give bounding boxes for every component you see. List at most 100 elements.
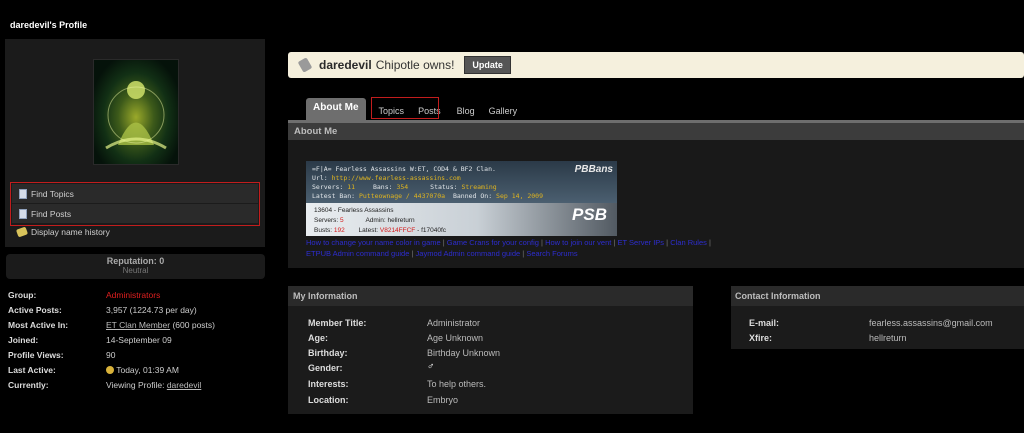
sig-latest-label: Latest: [358,227,379,234]
avatar[interactable] [93,59,179,165]
sig-block-servers: Servers: 5 Admin: hellreturn [314,217,415,224]
status-message: Chipotle owns! [375,58,455,72]
mi-value: Birthday Unknown [427,348,501,358]
most-active-count: (600 posts) [172,320,215,330]
info-label-views: Profile Views: [8,350,64,360]
sig-b-servers: 5 [340,217,344,224]
currently-profile-link[interactable]: daredevil [167,380,202,390]
mi-label: Location: [308,395,349,405]
sig-latest-red: V8214FFCF [379,227,416,234]
info-label-most-active: Most Active In: [8,320,69,330]
sig-link[interactable]: Clan Rules [670,238,707,247]
mi-value: Administrator [427,318,481,328]
mi-value: To help others. [427,379,487,389]
reputation-title: Reputation: 0 [106,256,165,266]
info-value-last-active: Today, 01:39 AM [106,365,179,375]
mi-label: Member Title: [308,318,367,328]
tab-blog[interactable]: Blog [450,102,482,120]
info-label-last-active: Last Active: [8,365,56,375]
display-name-history-label: Display name history [31,227,110,237]
info-value-most-active: ET Clan Member (600 posts) [106,320,215,330]
sig-link[interactable]: Jaymod Admin command guide [416,249,521,258]
sig-link[interactable]: How to join our vent [545,238,611,247]
sig-url: http://www.fearless-assassins.com [331,174,461,182]
sig-url-line: Url: http://www.fearless-assassins.com [312,174,461,182]
sig-block-title: 13604 - Fearless Assassins [314,207,394,214]
meditation-figure-icon [105,81,167,150]
contact-label: E-mail: [749,318,780,328]
psb-logo: PSB [572,205,607,224]
info-value-joined: 14-September 09 [106,335,172,345]
sig-admin: Admin: hellreturn [365,217,415,224]
contact-information-panel: Contact Information E-mail: fearless.ass… [731,286,1024,349]
contact-information-header: Contact Information [731,286,1024,306]
sig-b-servers-label: Servers: [314,217,339,224]
my-information-panel: My Information Member Title: Administrat… [288,286,693,414]
sig-banned-on-label: Banned On: [452,192,493,200]
tab-about-me[interactable]: About Me [306,98,366,120]
sig-busts: 192 [333,227,345,234]
sig-bans-label: Bans: [372,183,393,191]
page-title: daredevil's Profile [10,20,88,30]
info-value-views: 90 [106,350,116,360]
sig-link[interactable]: Search Forums [526,249,577,258]
last-active-text: Today, 01:39 AM [116,365,179,375]
sig-servers-label: Servers: [312,183,344,191]
info-label-group: Group: [8,290,37,300]
info-value-currently: Viewing Profile: daredevil [106,380,201,390]
sig-link[interactable]: ETPUB Admin command guide [306,249,409,258]
display-name-history-link[interactable]: Display name history [15,226,110,238]
find-posts-label: Find Posts [31,208,72,219]
document-icon [19,208,27,219]
contact-email[interactable]: fearless.assassins@gmail.com [869,318,993,328]
status-username[interactable]: daredevil [319,58,372,72]
male-icon: ♂ [427,361,435,372]
tab-gallery[interactable]: Gallery [482,102,525,120]
reputation-level: Neutral [122,266,149,275]
info-label-posts: Active Posts: [8,305,62,315]
sig-ban-line: Latest Ban: Putteownage / 4437070a Banne… [312,192,543,200]
info-value-group[interactable]: Administrators [106,290,160,300]
signature-links: How to change your name color in game | … [306,238,711,258]
info-label-currently: Currently: [8,380,49,390]
sig-link[interactable]: Game Crans for your config [447,238,539,247]
my-information-header: My Information [288,286,693,306]
signature-banner[interactable]: =F|A= Fearless Assassins W:ET, COD4 & BF… [306,161,617,236]
sig-status: Streaming [461,183,497,191]
sig-latest-ban: Putteownage / 4437070a [358,192,446,200]
update-status-button[interactable]: Update [464,56,511,74]
reputation-box: Reputation: 0 Neutral [6,254,265,279]
sig-clan-line: =F|A= Fearless Assassins W:ET, COD4 & BF… [312,165,496,173]
info-value-posts: 3,957 (1224.73 per day) [106,305,197,315]
mi-label: Birthday: [308,348,348,358]
find-posts-link[interactable]: Find Posts [12,204,258,223]
tabs-highlight-box [371,97,439,119]
mi-value: Age Unknown [427,333,484,343]
document-icon [19,188,27,199]
tag-icon [15,226,29,238]
find-topics-link[interactable]: Find Topics [12,184,258,203]
sig-link[interactable]: How to change your name color in game [306,238,441,247]
mi-label: Age: [308,333,328,343]
user-online-icon [106,366,114,374]
sig-block-busts: Busts: 192 Latest: V8214FFCF - f17040fc [314,227,446,234]
contact-xfire: hellreturn [869,333,907,343]
sig-status-label: Status: [430,183,458,191]
info-label-joined: Joined: [8,335,39,345]
sig-busts-label: Busts: [314,227,333,234]
sig-latest-ban-label: Latest Ban: [312,192,356,200]
sig-stats-line: Servers: 11 Bans: 354 Status: Streaming [312,183,497,191]
pbbans-logo: PBBans [574,164,613,175]
sig-banned-on: Sep 14, 2009 [496,192,544,200]
sig-url-label: Url: [312,174,328,182]
currently-text: Viewing Profile: [106,380,165,390]
sig-servers: 11 [347,183,356,191]
about-me-header: About Me [288,123,1024,140]
status-banner: daredevil Chipotle owns! Update [288,52,1024,78]
sig-link[interactable]: ET Server IPs [618,238,665,247]
mi-value: Embryo [427,395,459,405]
contact-label: Xfire: [749,333,773,343]
profile-links-box: Find Topics Find Posts [10,182,260,226]
most-active-forum-link[interactable]: ET Clan Member [106,320,170,330]
pin-icon [297,57,313,73]
